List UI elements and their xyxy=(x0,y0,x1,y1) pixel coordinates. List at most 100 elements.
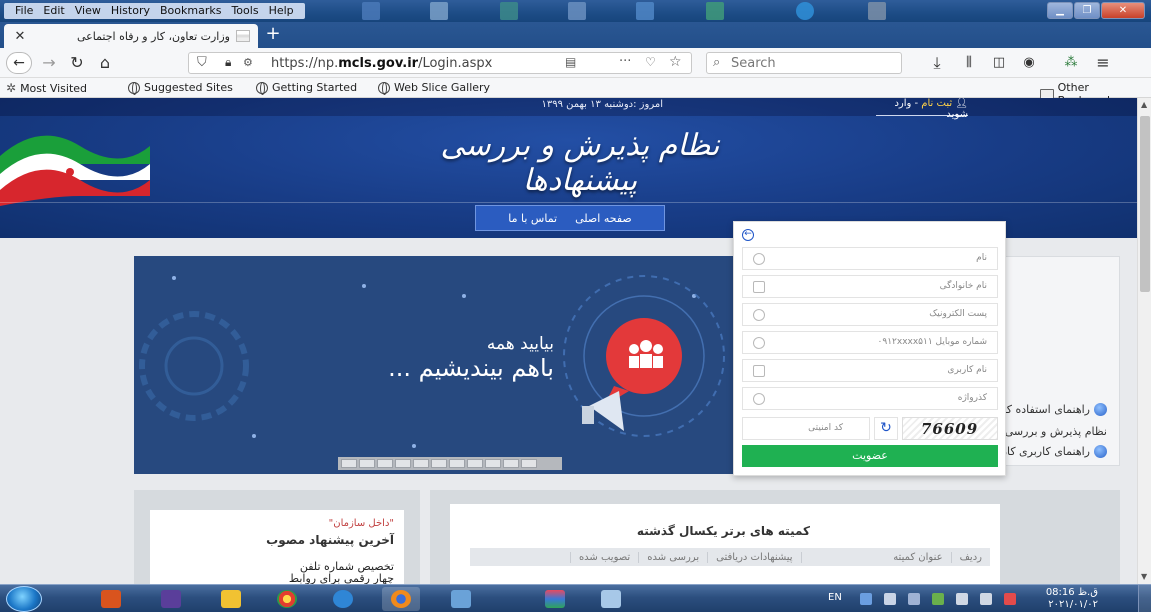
nav-contact[interactable]: تماس با ما xyxy=(508,212,557,225)
scroll-thumb[interactable] xyxy=(1140,116,1150,292)
scroll-up-icon[interactable]: ▲ xyxy=(1141,100,1147,109)
pager-dot[interactable] xyxy=(485,459,501,468)
page-scrollbar[interactable]: ▲ ▼ xyxy=(1137,98,1151,584)
back-arrow-icon[interactable]: ← xyxy=(742,229,754,241)
field-placeholder: کذرواژه xyxy=(957,393,987,403)
taskbar-app-active[interactable] xyxy=(382,587,420,611)
taskbar-app[interactable] xyxy=(268,587,306,611)
tab-active[interactable]: وزارت تعاون، کار و رفاه اجتماعی ✕ xyxy=(4,24,258,48)
page-actions-icon[interactable]: ··· xyxy=(619,54,631,69)
menu-tools[interactable]: Tools xyxy=(226,3,263,19)
taskbar-app[interactable] xyxy=(536,587,574,611)
sidebar-icon[interactable]: ◫ xyxy=(988,52,1010,74)
tray-app-icon[interactable] xyxy=(884,593,896,605)
taskbar-app[interactable] xyxy=(592,587,630,611)
taskbar-app[interactable] xyxy=(324,587,362,611)
last-name-field[interactable]: نام خانوادگی xyxy=(742,275,998,298)
chrome-icon xyxy=(277,590,297,608)
password-field[interactable]: کذرواژه xyxy=(742,387,998,410)
search-bar[interactable]: ⌕ Search xyxy=(706,52,902,74)
bookmark-getting-started[interactable]: Getting Started xyxy=(256,81,357,95)
download-icon[interactable]: ⤓ xyxy=(926,52,948,74)
extension-icon[interactable]: ⁂ xyxy=(1058,52,1084,74)
clock-time[interactable]: 08:16 ق.ظ xyxy=(1042,587,1098,598)
background-window-thumb xyxy=(568,2,586,20)
username-field[interactable]: نام کاربری xyxy=(742,359,998,382)
maximize-button[interactable]: ❐ xyxy=(1074,2,1100,19)
menu-history[interactable]: History xyxy=(106,3,155,19)
globe-icon xyxy=(128,81,140,95)
pager-dot[interactable] xyxy=(503,459,519,468)
register-login-link[interactable]: 👤︎ ثبت نام - وارد شوید xyxy=(876,98,968,120)
show-desktop-button[interactable] xyxy=(1138,585,1151,612)
nav-home[interactable]: صفحه اصلی xyxy=(575,212,632,225)
bookmark-suggested-sites[interactable]: Suggested Sites xyxy=(128,81,233,95)
register-submit-button[interactable]: عضویت xyxy=(742,445,998,467)
bookmark-star-icon[interactable]: ☆ xyxy=(669,54,682,70)
field-placeholder: نام خانوادگی xyxy=(939,281,987,291)
menu-help[interactable]: Help xyxy=(264,3,299,19)
committees-table-header: ردیف عنوان کمیته پیشنهادات دریافتی بررسی… xyxy=(470,548,990,566)
menu-view[interactable]: View xyxy=(70,3,106,19)
bookmark-most-visited[interactable]: ✲ Most Visited xyxy=(6,81,87,95)
taskbar-app[interactable] xyxy=(92,587,130,611)
menu-edit[interactable]: Edit xyxy=(38,3,69,19)
clock-date[interactable]: ۲۰۲۱/۰۱/۰۲ xyxy=(1042,599,1098,610)
account-icon[interactable]: ◉ xyxy=(1018,52,1040,74)
forward-button[interactable]: → xyxy=(38,52,60,74)
reader-view-icon[interactable]: ▤ xyxy=(565,55,576,69)
pager-dot[interactable] xyxy=(341,459,357,468)
gear-icon: ✲ xyxy=(6,81,17,95)
start-button[interactable] xyxy=(6,586,42,612)
taskbar-app[interactable] xyxy=(212,587,250,611)
close-window-button[interactable]: ✕ xyxy=(1101,2,1145,19)
pager-dot[interactable] xyxy=(395,459,411,468)
pager-dot[interactable] xyxy=(521,459,537,468)
tray-app-icon[interactable] xyxy=(908,593,920,605)
pocket-icon[interactable]: ♡ xyxy=(645,55,656,69)
menu-file[interactable]: File xyxy=(10,3,38,19)
menu-bookmarks[interactable]: Bookmarks xyxy=(155,3,226,19)
globe-icon xyxy=(1094,445,1107,458)
top-committees-card: کمیته های برتر یکسال گذشته ردیف عنوان کم… xyxy=(450,504,1000,584)
taskbar-app[interactable] xyxy=(152,587,190,611)
language-indicator[interactable]: EN xyxy=(828,592,842,603)
pager-dot[interactable] xyxy=(359,459,375,468)
hamburger-menu-icon[interactable]: ≡ xyxy=(1092,52,1114,74)
refresh-captcha-icon[interactable]: ↻ xyxy=(874,417,898,440)
register-link-text[interactable]: ثبت نام xyxy=(921,98,952,109)
news-item[interactable]: تخصیص شماره تلفن چهار رقمی برای روابط کا… xyxy=(284,561,394,585)
minimize-button[interactable]: ▁ xyxy=(1047,2,1073,19)
pager-dot[interactable] xyxy=(413,459,429,468)
new-tab-button[interactable]: + xyxy=(262,25,284,45)
globe-icon xyxy=(1094,403,1107,416)
home-button[interactable]: ⌂ xyxy=(94,52,116,74)
pager-dot[interactable] xyxy=(377,459,393,468)
lock-icon[interactable]: 🔒︎ xyxy=(225,55,231,70)
tab-close-button[interactable]: ✕ xyxy=(12,29,28,44)
library-icon[interactable]: ⫼ xyxy=(958,52,980,74)
permissions-icon[interactable]: ⚙ xyxy=(243,56,253,69)
mobile-field[interactable]: شماره موبایل ۰۹۱۲xxxx۵۱۱ xyxy=(742,331,998,354)
pager-dot[interactable] xyxy=(449,459,465,468)
action-center-flag-icon[interactable] xyxy=(1004,593,1016,605)
shield-icon[interactable]: ⛉ xyxy=(197,55,207,70)
volume-icon[interactable] xyxy=(980,593,992,605)
captcha-input[interactable]: کد امنیتی xyxy=(742,417,870,440)
bookmark-label: Most Visited xyxy=(20,81,88,95)
taskbar-app[interactable] xyxy=(442,587,480,611)
pager-dot[interactable] xyxy=(467,459,483,468)
tray-app-icon[interactable] xyxy=(932,593,944,605)
user-card-icon xyxy=(753,365,765,377)
url-bar[interactable]: ⛉ 🔒︎ ⚙ https://np.mcls.gov.ir/Login.aspx… xyxy=(188,52,692,74)
back-button[interactable]: ← xyxy=(6,52,32,74)
reload-button[interactable]: ↻ xyxy=(66,52,88,74)
tray-app-icon[interactable] xyxy=(860,593,872,605)
bookmark-web-slice-gallery[interactable]: Web Slice Gallery xyxy=(378,81,490,95)
scroll-down-icon[interactable]: ▼ xyxy=(1141,572,1147,581)
email-field[interactable]: پست الکترونیک xyxy=(742,303,998,326)
hero-banner[interactable]: بیایید همه باهم بیندیشیم ... xyxy=(134,256,779,474)
network-icon[interactable] xyxy=(956,593,968,605)
first-name-field[interactable]: نام xyxy=(742,247,998,270)
pager-dot[interactable] xyxy=(431,459,447,468)
